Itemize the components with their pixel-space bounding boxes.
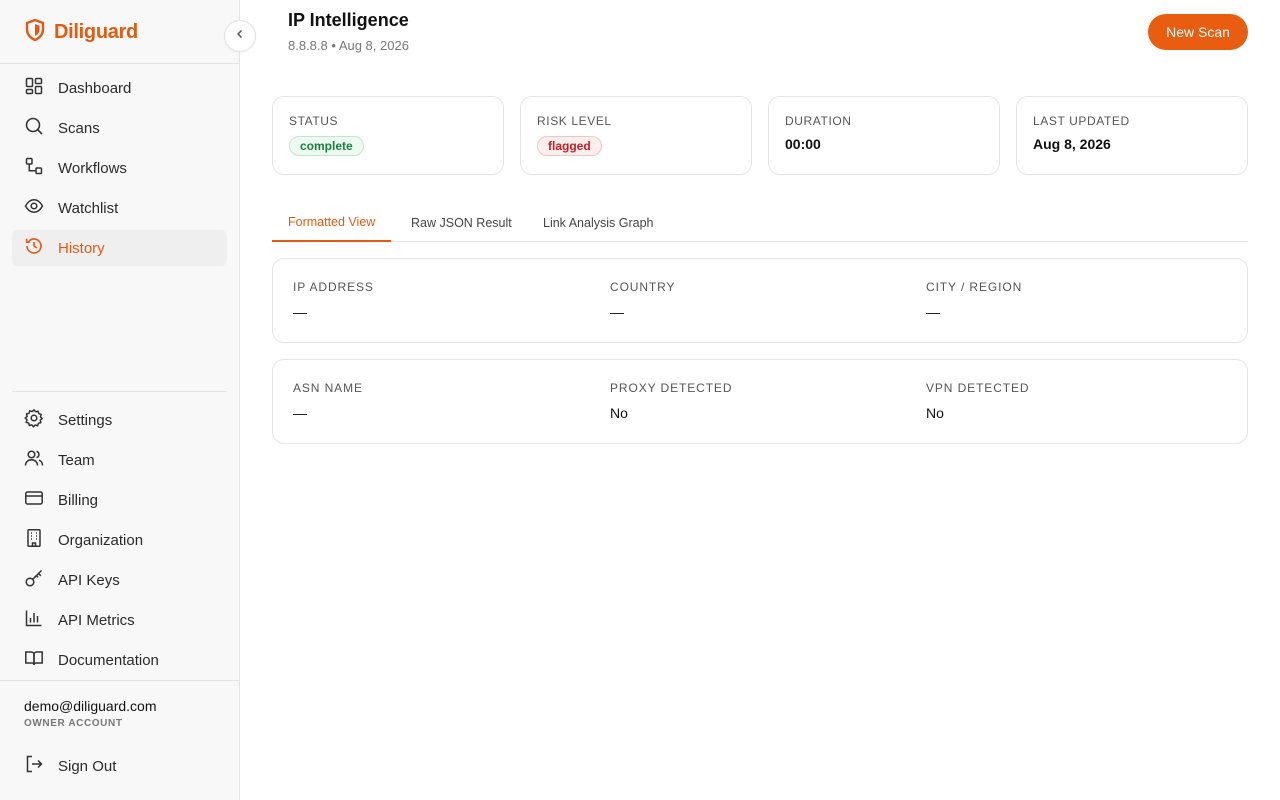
gear-icon [24, 408, 44, 432]
status-label: STATUS [289, 114, 339, 128]
field-label: VPN DETECTED [926, 381, 1030, 395]
sidebar-item-label: Workflows [58, 159, 127, 177]
signout-nav: Sign Out [12, 748, 227, 788]
sidebar-item-billing[interactable]: Billing [12, 482, 227, 518]
duration-value: 00:00 [785, 136, 821, 152]
ip-address-field: IP ADDRESS — [293, 280, 374, 320]
result-tabs: Formatted View Raw JSON Result Link Anal… [272, 208, 1248, 242]
risk-level-label: RISK LEVEL [537, 114, 612, 128]
status-card: STATUS complete [272, 96, 504, 175]
sidebar-item-workflows[interactable]: Workflows [12, 150, 227, 186]
sidebar-item-watchlist[interactable]: Watchlist [12, 190, 227, 226]
sidebar-item-label: Billing [58, 491, 99, 509]
last-updated-value: Aug 8, 2026 [1033, 136, 1111, 152]
workflow-icon [24, 156, 44, 180]
shield-icon [24, 18, 46, 47]
search-icon [24, 116, 44, 140]
sidebar-item-documentation[interactable]: Documentation [12, 642, 227, 678]
network-card: ASN NAME — PROXY DETECTED No VPN DETECTE… [272, 359, 1248, 444]
risk-level-card: RISK LEVEL flagged [520, 96, 752, 175]
building-icon [24, 528, 44, 552]
sidebar-item-team[interactable]: Team [12, 442, 227, 478]
field-value: — [610, 304, 624, 320]
tab-formatted-view[interactable]: Formatted View [272, 208, 392, 242]
field-value: No [926, 405, 944, 421]
bar-chart-icon [24, 608, 44, 632]
field-value: — [293, 405, 307, 421]
sidebar-divider [12, 391, 227, 392]
credit-card-icon [24, 488, 44, 512]
chevron-left-icon [234, 27, 246, 45]
sidebar-item-organization[interactable]: Organization [12, 522, 227, 558]
users-icon [24, 448, 44, 472]
proxy-detected-field: PROXY DETECTED No [610, 381, 732, 421]
field-label: COUNTRY [610, 280, 676, 294]
duration-card: DURATION 00:00 [768, 96, 1000, 175]
status-badge: complete [289, 136, 364, 156]
city-region-field: CITY / REGION — [926, 280, 1022, 320]
country-field: COUNTRY — [610, 280, 675, 320]
sidebar-item-label: Dashboard [58, 79, 132, 97]
history-icon [24, 236, 44, 260]
sidebar-item-dashboard[interactable]: Dashboard [12, 70, 227, 106]
main-nav: Dashboard Scans Workflows Watchlist Hist… [12, 70, 227, 270]
sidebar-item-scans[interactable]: Scans [12, 110, 227, 146]
sidebar-divider [0, 63, 239, 64]
sign-out-icon [24, 754, 44, 778]
asn-name-field: ASN NAME — [293, 381, 363, 421]
tab-raw-json-result[interactable]: Raw JSON Result [395, 208, 528, 241]
last-updated-card: LAST UPDATED Aug 8, 2026 [1016, 96, 1248, 175]
key-icon [24, 568, 44, 592]
field-label: CITY / REGION [926, 280, 1023, 294]
sidebar-item-label: Scans [58, 119, 100, 137]
sidebar-item-label: History [58, 239, 105, 257]
sidebar-item-label: Documentation [58, 651, 159, 669]
vpn-detected-field: VPN DETECTED No [926, 381, 1029, 421]
sidebar-item-api-keys[interactable]: API Keys [12, 562, 227, 598]
sidebar-item-label: Settings [58, 411, 113, 429]
tab-link-analysis-graph[interactable]: Link Analysis Graph [527, 208, 669, 241]
field-value: — [293, 304, 307, 320]
sidebar-divider [0, 680, 239, 681]
field-label: ASN NAME [293, 381, 363, 395]
sign-out-button[interactable]: Sign Out [12, 748, 227, 784]
field-value: — [926, 304, 940, 320]
sidebar: Diliguard Dashboard Scans Workflows Watc… [0, 0, 240, 800]
new-scan-button[interactable]: New Scan [1148, 14, 1248, 50]
field-label: IP ADDRESS [293, 280, 374, 294]
dashboard-icon [24, 76, 44, 100]
user-email: demo@diliguard.com [24, 698, 157, 714]
sign-out-label: Sign Out [58, 757, 117, 775]
page-subtitle: 8.8.8.8 • Aug 8, 2026 [288, 38, 409, 53]
book-icon [24, 648, 44, 672]
sidebar-item-history[interactable]: History [12, 230, 227, 266]
sidebar-item-api-metrics[interactable]: API Metrics [12, 602, 227, 638]
eye-icon [24, 196, 44, 220]
field-value: No [610, 405, 628, 421]
sidebar-item-label: Organization [58, 531, 144, 549]
user-role: OWNER ACCOUNT [24, 718, 123, 729]
last-updated-label: LAST UPDATED [1033, 114, 1130, 128]
sidebar-item-settings[interactable]: Settings [12, 402, 227, 438]
sidebar-item-label: API Metrics [58, 611, 135, 629]
duration-label: DURATION [785, 114, 852, 128]
brand-name: Diliguard [54, 20, 138, 43]
sidebar-item-label: Watchlist [58, 199, 119, 217]
secondary-nav: Settings Team Billing Organization API K… [12, 402, 227, 682]
risk-level-badge: flagged [537, 136, 602, 156]
collapse-sidebar-button[interactable] [224, 20, 256, 52]
sidebar-item-label: API Keys [58, 571, 120, 589]
page-title: IP Intelligence [288, 10, 409, 30]
field-label: PROXY DETECTED [610, 381, 733, 395]
location-card: IP ADDRESS — COUNTRY — CITY / REGION — [272, 258, 1248, 343]
sidebar-item-label: Team [58, 451, 95, 469]
brand-logo[interactable]: Diliguard [24, 18, 138, 47]
